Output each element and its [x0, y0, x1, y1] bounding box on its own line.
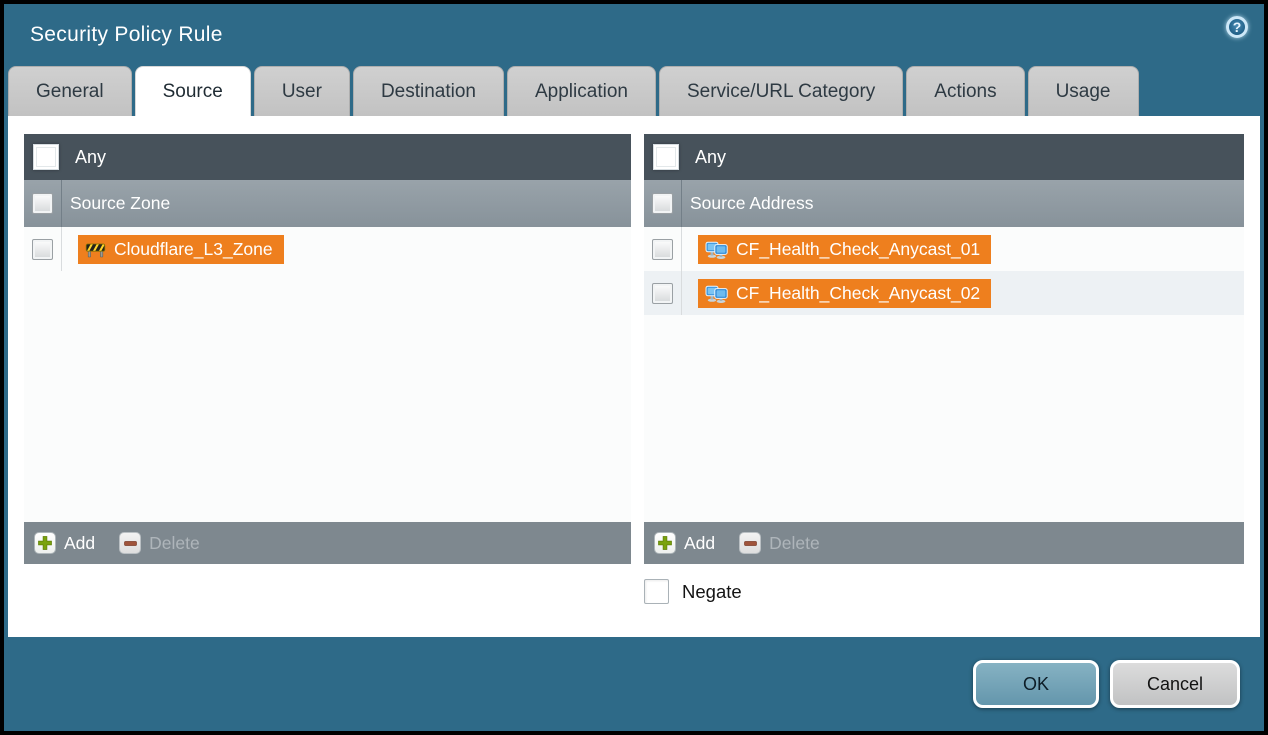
dialog-button-bar: OK Cancel — [4, 637, 1264, 731]
add-button-label: Add — [684, 533, 715, 554]
source-address-toolbar: Add Delete — [644, 522, 1244, 564]
cancel-button[interactable]: Cancel — [1110, 660, 1240, 708]
source-zone-item[interactable]: Cloudflare_L3_Zone — [78, 235, 284, 264]
source-address-item-label: CF_Health_Check_Anycast_01 — [736, 239, 980, 260]
source-address-any-label: Any — [695, 147, 726, 168]
source-address-item[interactable]: CF_Health_Check_Anycast_01 — [698, 235, 991, 264]
tab-general[interactable]: General — [8, 66, 132, 116]
zone-barrier-icon — [85, 241, 106, 258]
address-host-icon — [705, 240, 728, 259]
dialog-title: Security Policy Rule — [30, 23, 223, 47]
dialog-titlebar: Security Policy Rule ? — [4, 4, 1264, 66]
tab-usage[interactable]: Usage — [1028, 66, 1139, 116]
source-zone-select-all-checkbox[interactable] — [32, 193, 53, 214]
tab-bar: General Source User Destination Applicat… — [4, 66, 1264, 116]
table-row: CF_Health_Check_Anycast_01 — [644, 227, 1244, 271]
tab-application[interactable]: Application — [507, 66, 656, 116]
source-zone-any-checkbox[interactable] — [33, 144, 59, 170]
tab-actions[interactable]: Actions — [906, 66, 1024, 116]
add-plus-icon — [654, 532, 676, 554]
source-zone-list: Cloudflare_L3_Zone — [24, 227, 631, 522]
delete-button-label: Delete — [769, 533, 820, 554]
source-zone-add-button[interactable]: Add — [34, 532, 95, 554]
source-zone-row-checkbox[interactable] — [32, 239, 53, 260]
source-tab-content: Any Source Zone Cloudflare_L3_Zone — [8, 116, 1260, 637]
ok-button[interactable]: OK — [973, 660, 1099, 708]
source-zone-toolbar: Add Delete — [24, 522, 631, 564]
add-plus-icon — [34, 532, 56, 554]
source-address-any-header: Any — [644, 134, 1244, 180]
source-address-column-title: Source Address — [690, 193, 814, 214]
tab-service-url-category[interactable]: Service/URL Category — [659, 66, 903, 116]
delete-minus-icon — [739, 532, 761, 554]
help-icon[interactable]: ? — [1226, 16, 1248, 38]
tab-destination[interactable]: Destination — [353, 66, 504, 116]
source-address-panel: Any Source Address CF_Health_Check_Anyca… — [644, 134, 1244, 564]
delete-minus-icon — [119, 532, 141, 554]
table-row: CF_Health_Check_Anycast_02 — [644, 271, 1244, 315]
negate-checkbox[interactable] — [644, 579, 669, 604]
delete-button-label: Delete — [149, 533, 200, 554]
source-zone-any-header: Any — [24, 134, 631, 180]
source-zone-item-label: Cloudflare_L3_Zone — [114, 239, 273, 260]
source-address-row-checkbox[interactable] — [652, 283, 673, 304]
source-address-column-header[interactable]: Source Address — [644, 180, 1244, 227]
source-zone-any-label: Any — [75, 147, 106, 168]
source-address-any-checkbox[interactable] — [653, 144, 679, 170]
source-address-add-button[interactable]: Add — [654, 532, 715, 554]
address-host-icon — [705, 284, 728, 303]
security-policy-rule-dialog: Security Policy Rule ? General Source Us… — [4, 4, 1264, 731]
source-zone-panel: Any Source Zone Cloudflare_L3_Zone — [24, 134, 631, 564]
tab-source[interactable]: Source — [135, 66, 251, 116]
source-zone-delete-button[interactable]: Delete — [119, 532, 200, 554]
source-address-item-label: CF_Health_Check_Anycast_02 — [736, 283, 980, 304]
source-address-select-all-checkbox[interactable] — [652, 193, 673, 214]
source-address-item[interactable]: CF_Health_Check_Anycast_02 — [698, 279, 991, 308]
source-address-list: CF_Health_Check_Anycast_01 CF_Health_Che… — [644, 227, 1244, 522]
source-address-delete-button[interactable]: Delete — [739, 532, 820, 554]
add-button-label: Add — [64, 533, 95, 554]
negate-label: Negate — [682, 581, 742, 603]
source-zone-column-header[interactable]: Source Zone — [24, 180, 631, 227]
table-row: Cloudflare_L3_Zone — [24, 227, 631, 271]
source-zone-column-title: Source Zone — [70, 193, 170, 214]
source-address-row-checkbox[interactable] — [652, 239, 673, 260]
tab-user[interactable]: User — [254, 66, 350, 116]
negate-row: Negate — [644, 579, 1244, 604]
